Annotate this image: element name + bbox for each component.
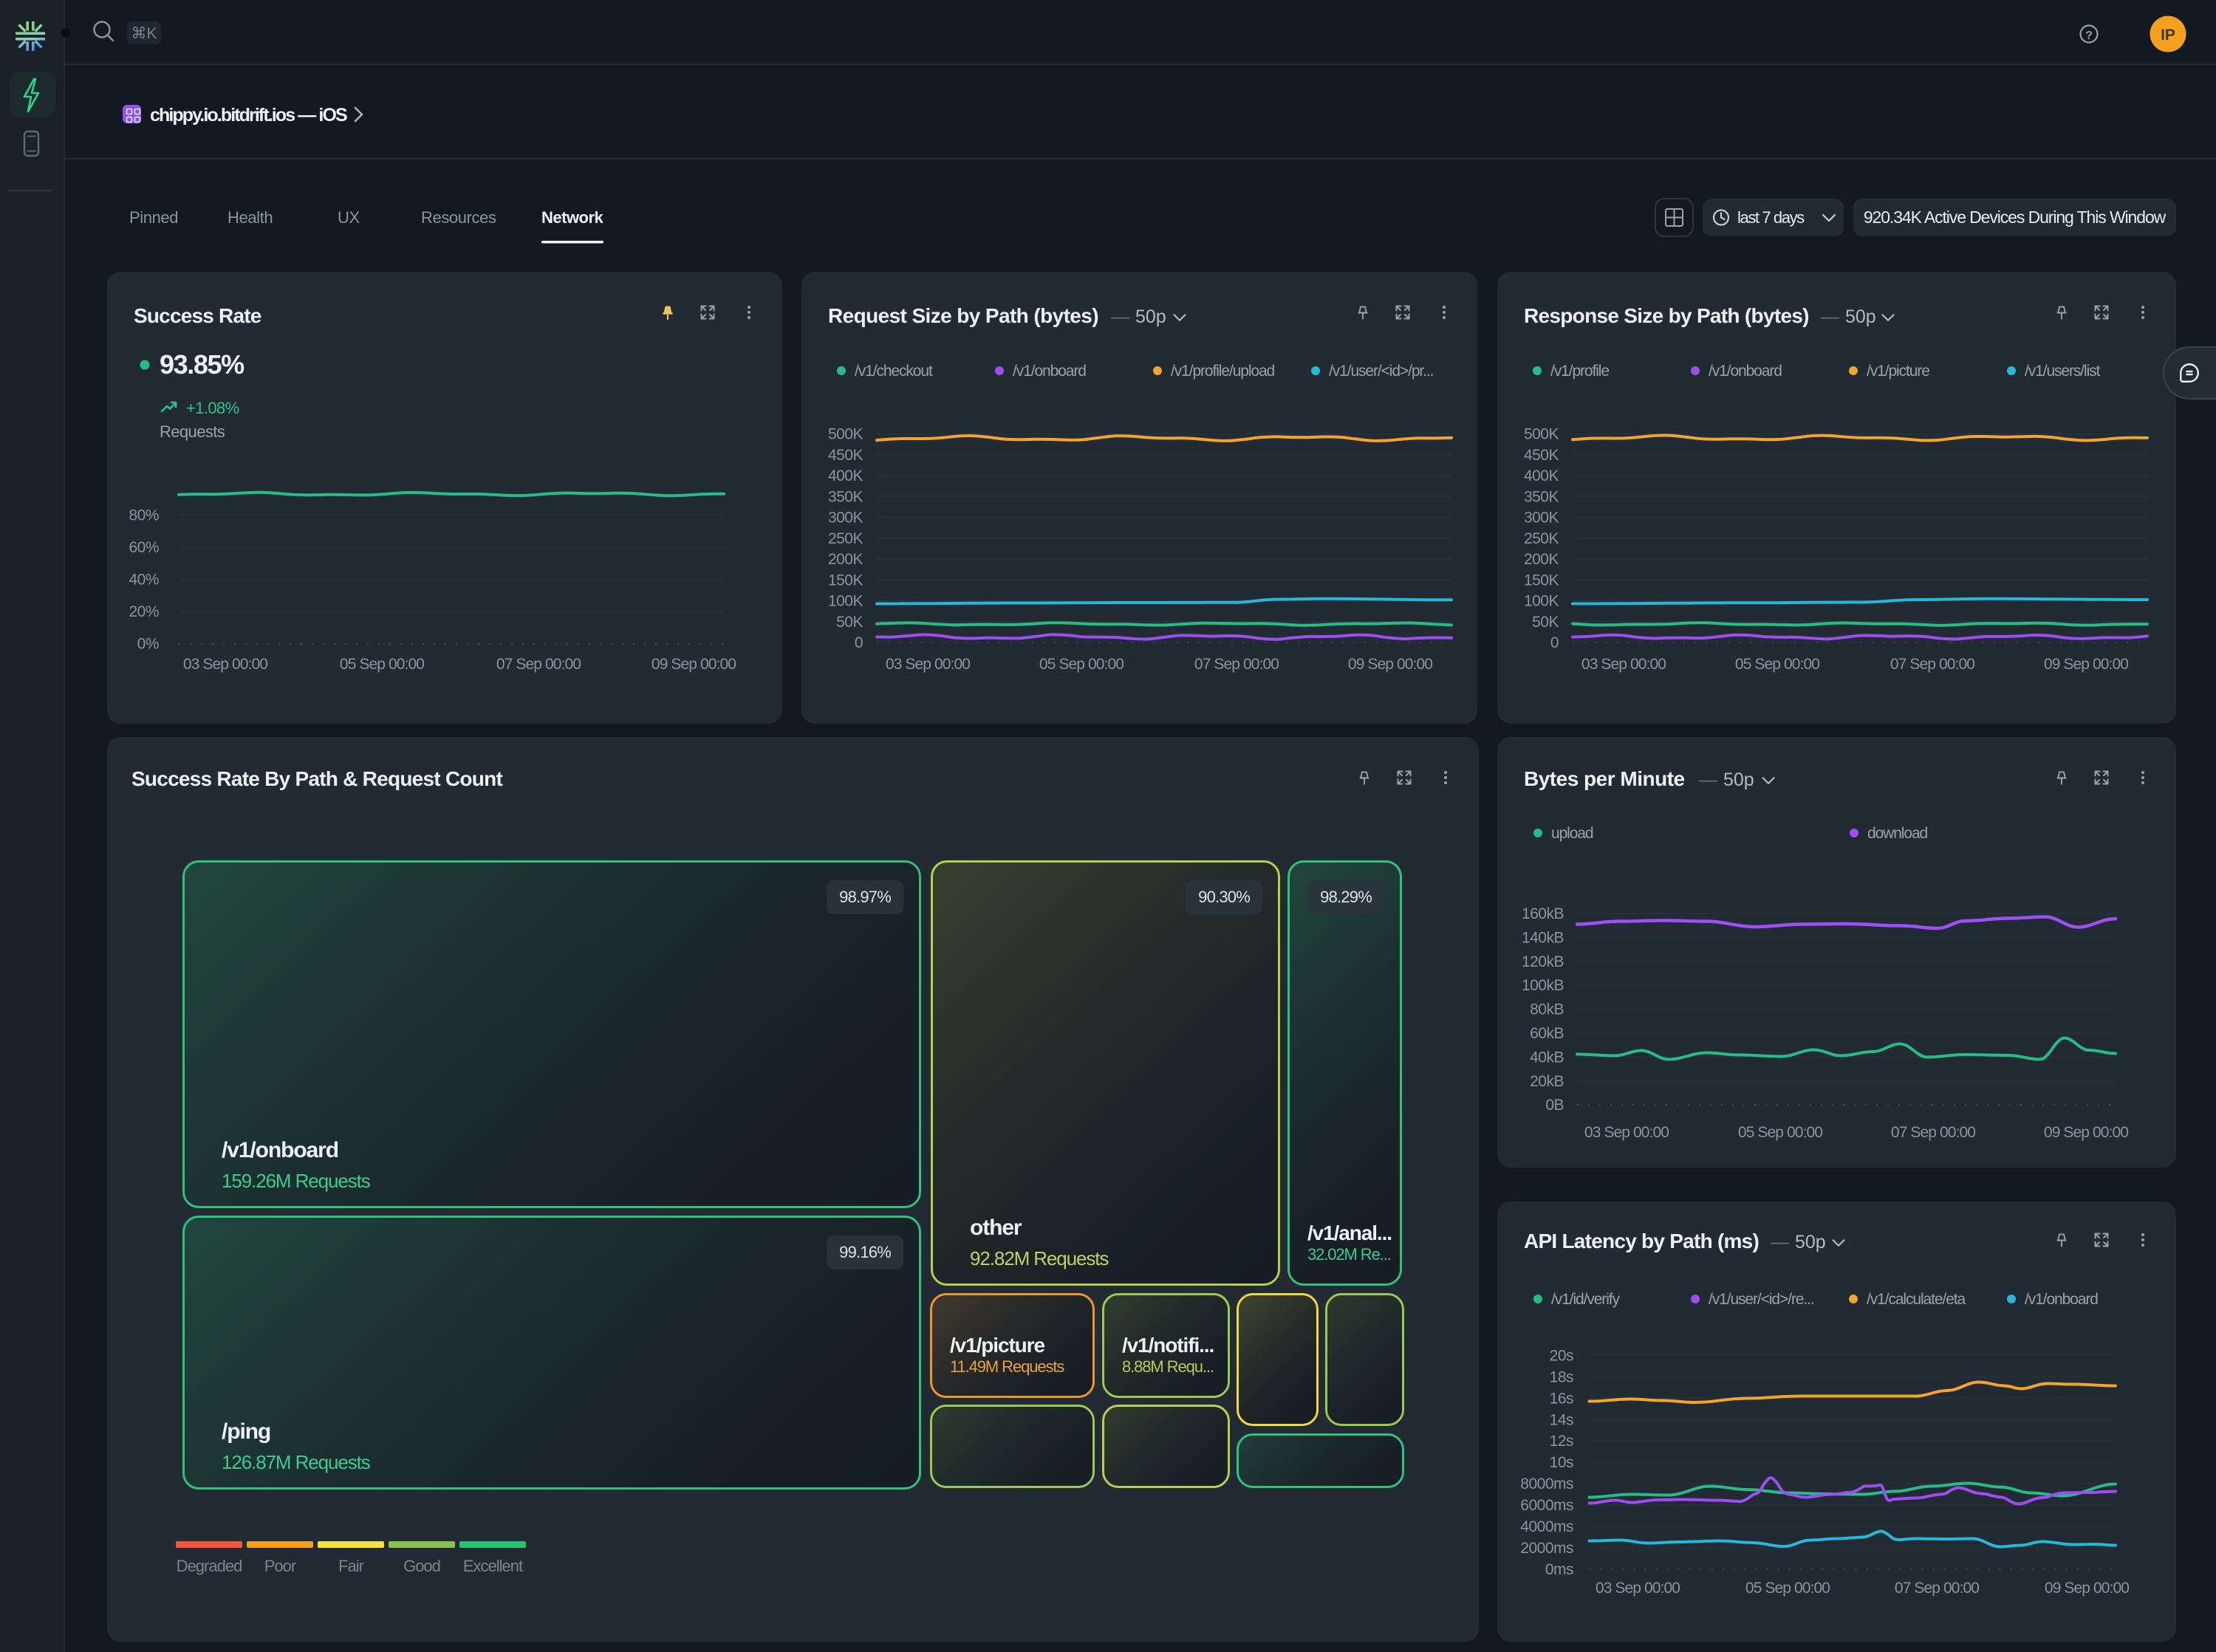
svg-text:0: 0 <box>855 634 863 651</box>
svg-text:18s: 18s <box>1550 1368 1573 1385</box>
svg-text:/v1/profile/upload: /v1/profile/upload <box>1171 363 1275 380</box>
svg-text:03 Sep 00:00: 03 Sep 00:00 <box>1584 1124 1669 1141</box>
svg-text:500K: 500K <box>1524 426 1559 443</box>
svg-text:100K: 100K <box>828 593 864 610</box>
svg-text:03 Sep 00:00: 03 Sep 00:00 <box>1581 656 1666 673</box>
svg-text:20kB: 20kB <box>1530 1073 1564 1090</box>
svg-text:03 Sep 00:00: 03 Sep 00:00 <box>886 656 970 673</box>
svg-text:—: — <box>1821 306 1839 327</box>
svg-text:/v1/users/list: /v1/users/list <box>2025 363 2101 380</box>
svg-text:14s: 14s <box>1550 1411 1573 1428</box>
svg-text:300K: 300K <box>828 510 864 527</box>
svg-text:50p: 50p <box>1135 306 1166 327</box>
svg-text:07 Sep 00:00: 07 Sep 00:00 <box>496 656 581 673</box>
svg-text:100kB: 100kB <box>1522 977 1564 994</box>
svg-text:350K: 350K <box>828 488 864 505</box>
svg-text:/v1/profile: /v1/profile <box>1550 363 1609 380</box>
svg-text:0B: 0B <box>1545 1097 1564 1114</box>
svg-text:20%: 20% <box>129 603 159 620</box>
svg-text:download: download <box>1867 825 1928 842</box>
svg-text:0ms: 0ms <box>1545 1561 1573 1578</box>
svg-text:09 Sep 00:00: 09 Sep 00:00 <box>2045 1580 2129 1597</box>
svg-text:50K: 50K <box>836 614 863 631</box>
svg-text:200K: 200K <box>1524 551 1559 568</box>
svg-text:6000ms: 6000ms <box>1520 1497 1573 1514</box>
svg-text:93.85%: 93.85% <box>160 349 244 380</box>
svg-text:07 Sep 00:00: 07 Sep 00:00 <box>1895 1580 1979 1597</box>
svg-text:/v1/user/<id>/pr...: /v1/user/<id>/pr... <box>1329 363 1433 380</box>
svg-text:/v1/user/<id>/re...: /v1/user/<id>/re... <box>1709 1291 1814 1308</box>
svg-text:150K: 150K <box>1524 572 1559 589</box>
svg-text:05 Sep 00:00: 05 Sep 00:00 <box>340 656 424 673</box>
svg-text:0%: 0% <box>137 636 159 653</box>
svg-text:07 Sep 00:00: 07 Sep 00:00 <box>1194 656 1279 673</box>
svg-text:Success Rate: Success Rate <box>134 304 261 327</box>
svg-text:09 Sep 00:00: 09 Sep 00:00 <box>652 656 736 673</box>
svg-text:450K: 450K <box>1524 447 1559 464</box>
svg-text:upload: upload <box>1551 825 1593 842</box>
svg-text:8000ms: 8000ms <box>1520 1476 1573 1492</box>
svg-text:50p: 50p <box>1795 1232 1826 1252</box>
svg-text:/v1/id/verify: /v1/id/verify <box>1551 1291 1620 1308</box>
svg-text:50K: 50K <box>1532 614 1559 631</box>
svg-text:50p: 50p <box>1723 770 1754 790</box>
svg-text:/v1/onboard: /v1/onboard <box>1709 363 1782 380</box>
svg-text:03 Sep 00:00: 03 Sep 00:00 <box>1596 1580 1680 1597</box>
svg-text:05 Sep 00:00: 05 Sep 00:00 <box>1738 1124 1822 1141</box>
svg-text:Bytes per Minute: Bytes per Minute <box>1524 767 1685 790</box>
svg-text:05 Sep 00:00: 05 Sep 00:00 <box>1735 656 1819 673</box>
svg-text:400K: 400K <box>1524 467 1559 484</box>
svg-text:10s: 10s <box>1550 1454 1573 1471</box>
svg-text:09 Sep 00:00: 09 Sep 00:00 <box>1348 656 1432 673</box>
svg-text:60%: 60% <box>129 539 159 556</box>
svg-text:—: — <box>1699 770 1717 790</box>
svg-text:09 Sep 00:00: 09 Sep 00:00 <box>2044 1124 2128 1141</box>
svg-text:16s: 16s <box>1550 1390 1573 1407</box>
svg-text:20s: 20s <box>1550 1348 1573 1365</box>
svg-text:100K: 100K <box>1524 593 1559 610</box>
svg-text:450K: 450K <box>828 447 864 464</box>
svg-text:+1.08%: +1.08% <box>186 399 239 417</box>
svg-text:07 Sep 00:00: 07 Sep 00:00 <box>1891 1124 1975 1141</box>
svg-text:4000ms: 4000ms <box>1520 1518 1573 1535</box>
svg-text:300K: 300K <box>1524 510 1559 527</box>
svg-text:80%: 80% <box>129 507 159 524</box>
svg-text:80kB: 80kB <box>1530 1001 1564 1018</box>
svg-text:07 Sep 00:00: 07 Sep 00:00 <box>1890 656 1974 673</box>
svg-text:/v1/calculate/eta: /v1/calculate/eta <box>1867 1291 1966 1308</box>
svg-text:Success Rate By Path & Request: Success Rate By Path & Request Count <box>131 767 502 790</box>
svg-text:/v1/picture: /v1/picture <box>1867 363 1929 380</box>
svg-text:09 Sep 00:00: 09 Sep 00:00 <box>2044 656 2128 673</box>
svg-text:400K: 400K <box>828 467 864 484</box>
svg-text:250K: 250K <box>828 530 864 547</box>
svg-text:API Latency by Path (ms): API Latency by Path (ms) <box>1524 1230 1759 1252</box>
svg-text:12s: 12s <box>1550 1433 1573 1450</box>
svg-text:Response Size by Path (bytes): Response Size by Path (bytes) <box>1524 304 1809 327</box>
svg-text:—: — <box>1771 1232 1789 1252</box>
svg-text:60kB: 60kB <box>1530 1025 1564 1042</box>
svg-text:03 Sep 00:00: 03 Sep 00:00 <box>183 656 267 673</box>
svg-text:250K: 250K <box>1524 530 1559 547</box>
svg-text:/v1/onboard: /v1/onboard <box>2025 1291 2098 1308</box>
svg-text:350K: 350K <box>1524 488 1559 505</box>
svg-text:05 Sep 00:00: 05 Sep 00:00 <box>1745 1580 1830 1597</box>
svg-text:500K: 500K <box>828 426 864 443</box>
svg-text:150K: 150K <box>828 572 864 589</box>
svg-text:05 Sep 00:00: 05 Sep 00:00 <box>1039 656 1124 673</box>
svg-text:—: — <box>1111 306 1129 327</box>
svg-text:140kB: 140kB <box>1522 929 1564 946</box>
svg-text:120kB: 120kB <box>1522 953 1564 970</box>
svg-text:40kB: 40kB <box>1530 1049 1564 1066</box>
svg-text:/v1/onboard: /v1/onboard <box>1013 363 1086 380</box>
svg-text:Requests: Requests <box>160 422 225 441</box>
svg-text:200K: 200K <box>828 551 864 568</box>
svg-text:Request Size by Path (bytes): Request Size by Path (bytes) <box>828 304 1098 327</box>
svg-text:50p: 50p <box>1845 306 1876 327</box>
svg-text:160kB: 160kB <box>1522 905 1564 922</box>
svg-text:2000ms: 2000ms <box>1520 1540 1573 1557</box>
svg-text:/v1/checkout: /v1/checkout <box>855 363 933 380</box>
svg-text:40%: 40% <box>129 572 159 589</box>
svg-text:0: 0 <box>1550 634 1559 651</box>
